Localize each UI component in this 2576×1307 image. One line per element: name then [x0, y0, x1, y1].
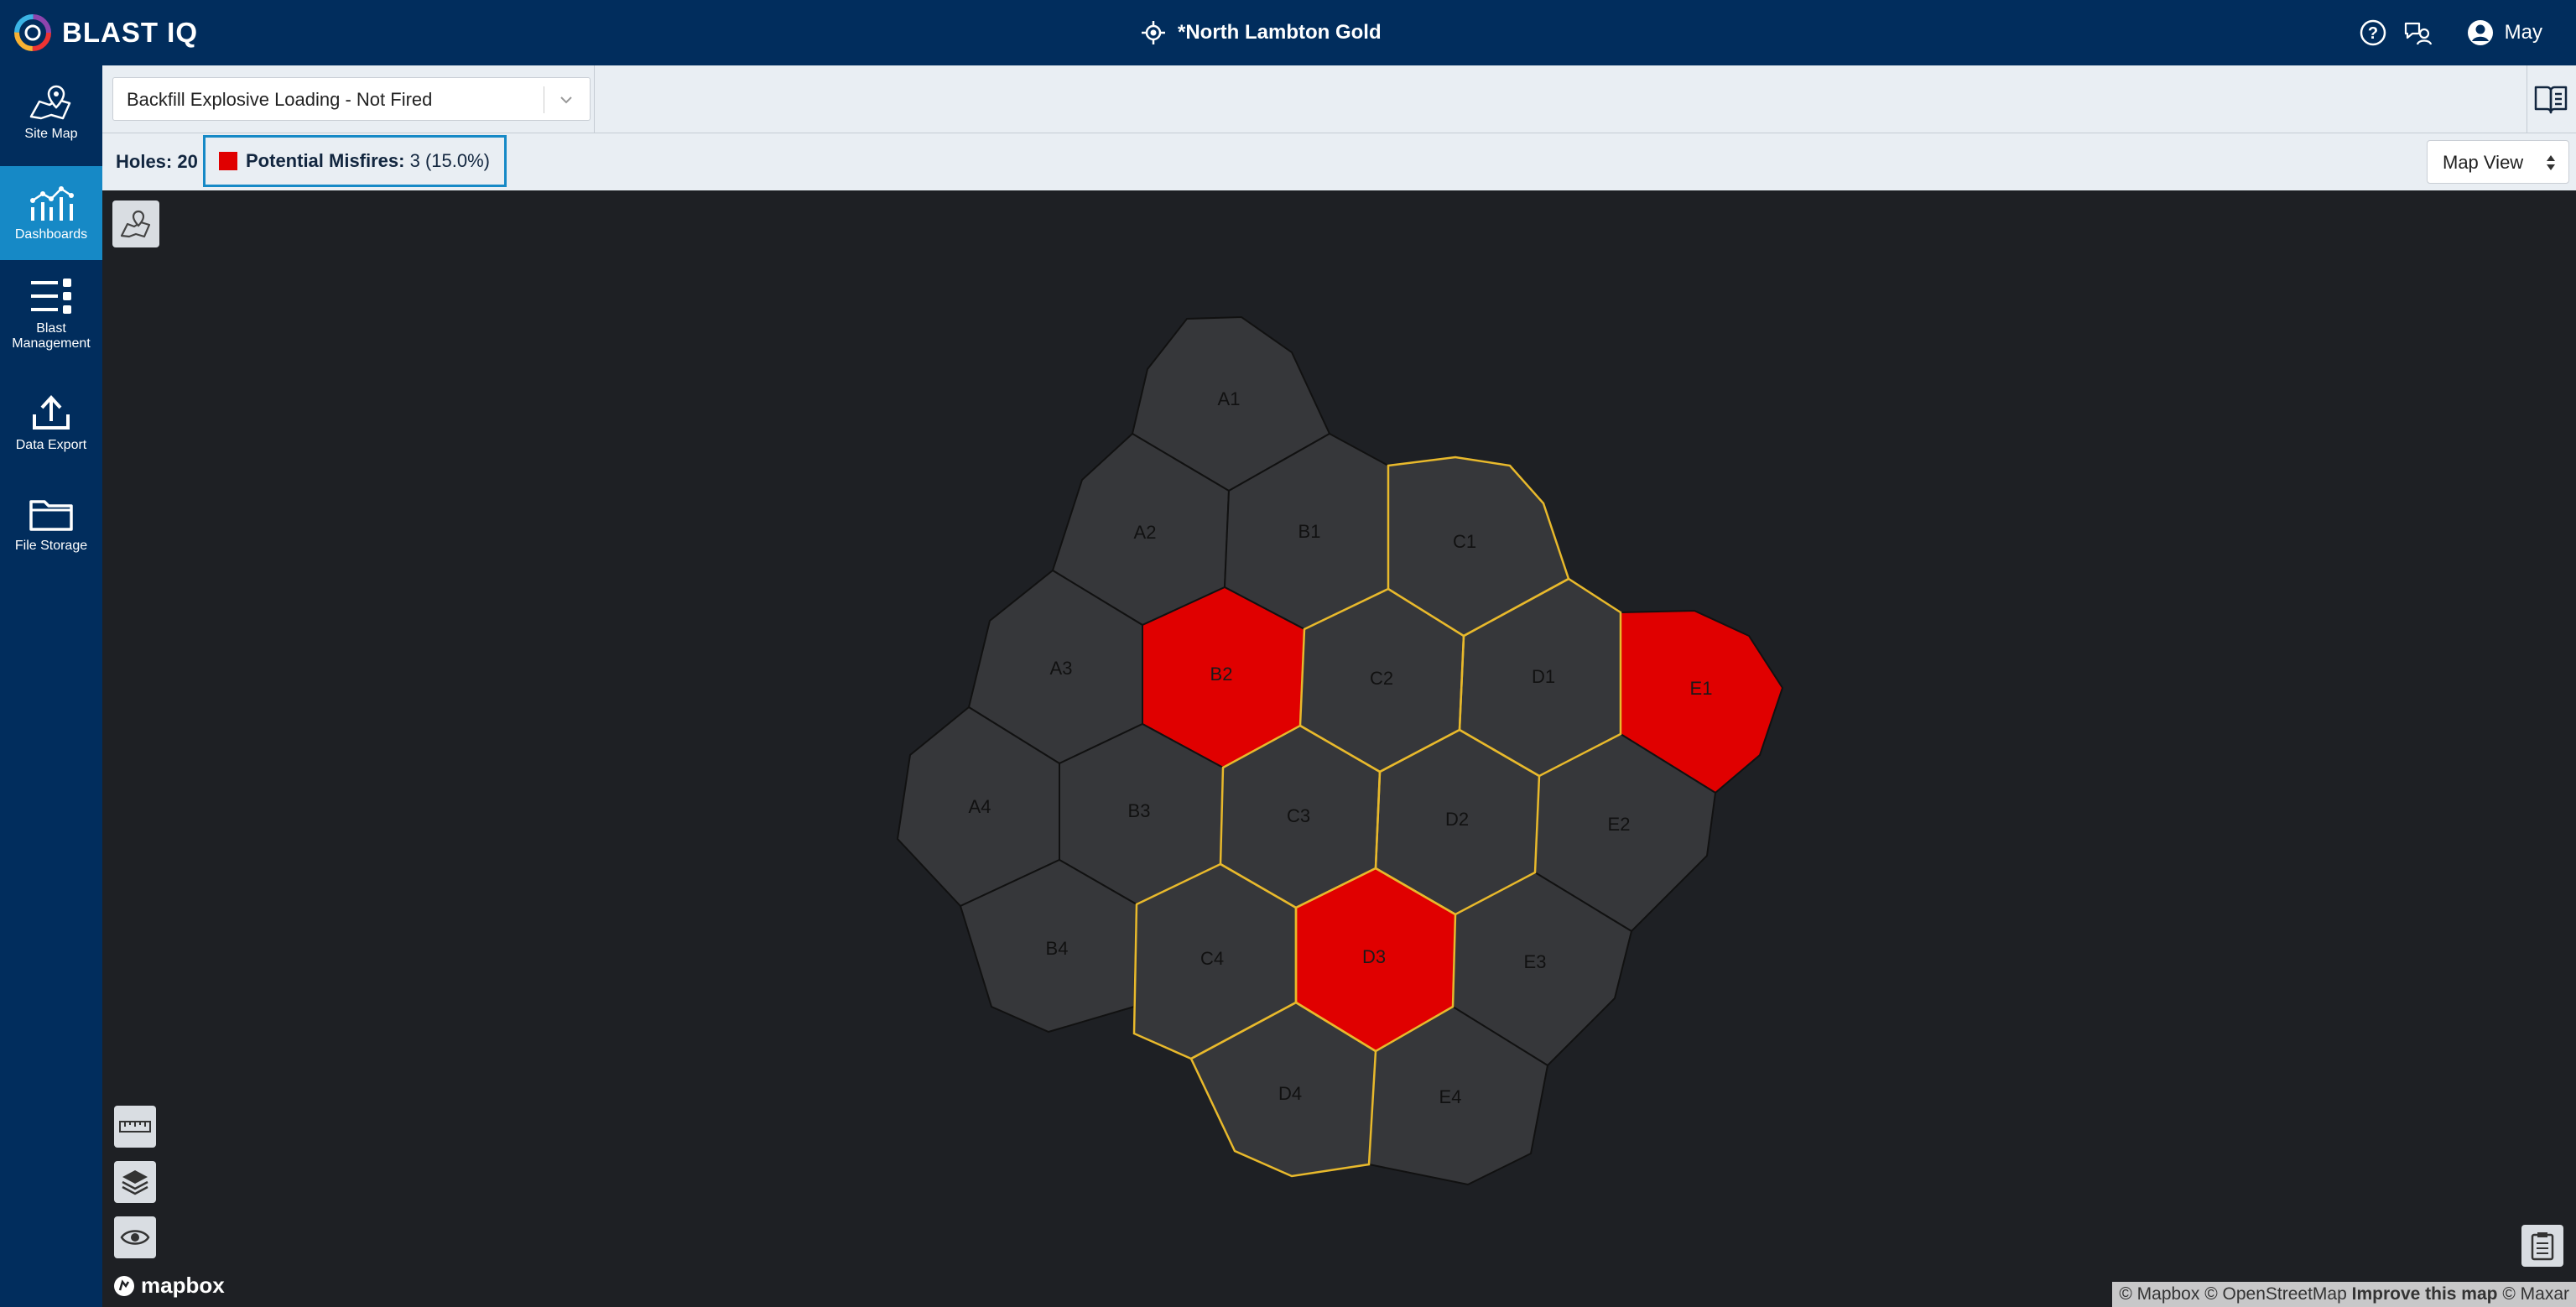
sidebar-item-blast-management[interactable]: Blast Management	[0, 267, 102, 361]
open-book-icon[interactable]	[2534, 84, 2568, 114]
map-view[interactable]: A1 A2 A3 A4 B1 B2 B3 B4 C1 C2 C3 C4 D1 D2 D3 D4 E1 E2 E3 E4	[102, 190, 2576, 1307]
attribution-credits: © Mapbox © OpenStreetMap	[2119, 1284, 2347, 1304]
layers-icon	[122, 1170, 148, 1195]
potential-misfires-filter[interactable]: Potential Misfires: 3 (15.0%)	[203, 135, 507, 187]
blast-hole-label: E1	[1690, 678, 1713, 699]
folder-icon	[29, 500, 73, 531]
status-bar: Holes: 20 Potential Misfires: 3 (15.0%) …	[102, 133, 2576, 190]
map-attribution: © Mapbox © OpenStreetMap Improve this ma…	[2112, 1282, 2576, 1307]
blast-hole-label: C3	[1287, 805, 1310, 826]
blast-hole-label: A2	[1134, 522, 1157, 543]
blast-hole-label: B2	[1210, 664, 1233, 685]
sidebar: Site Map Dashboards Blast Management Dat…	[0, 65, 102, 1307]
mapbox-logo-icon	[114, 1275, 134, 1296]
mapbox-logo-text: mapbox	[141, 1273, 225, 1298]
blast-hole-label: A3	[1050, 658, 1073, 679]
blast-hole-label: C2	[1370, 668, 1393, 689]
view-mode-select[interactable]: Map View	[2427, 140, 2569, 184]
blast-hole-label: A1	[1218, 388, 1241, 409]
user-avatar-icon	[2467, 20, 2493, 45]
svg-text:?: ?	[2368, 24, 2378, 43]
holes-count: Holes: 20	[116, 151, 198, 172]
blastiq-logo-icon	[14, 14, 51, 51]
blast-hole-label: B3	[1128, 800, 1151, 821]
chevron-down-icon	[560, 96, 572, 104]
misfire-label: Potential Misfires:	[246, 150, 405, 171]
blast-selector-value: Backfill Explosive Loading - Not Fired	[127, 89, 433, 110]
sidebar-item-label: Data Export	[15, 438, 87, 452]
blast-hole-label: B1	[1298, 521, 1321, 542]
misfire-value: 3 (15.0%)	[409, 150, 490, 171]
sidebar-item-label: File Storage	[14, 539, 88, 553]
blast-hole-label: D4	[1278, 1083, 1302, 1104]
sidebar-item-data-export[interactable]: Data Export	[0, 376, 102, 470]
sidebar-item-site-map[interactable]: Site Map	[0, 65, 102, 159]
blast-hole-label: A4	[969, 796, 991, 817]
improve-map-link[interactable]: Improve this map	[2352, 1284, 2498, 1304]
blast-management-list-icon	[31, 279, 71, 314]
location-target-icon	[1142, 21, 1165, 44]
toolbar-divider	[594, 65, 595, 133]
blast-hole-map[interactable]: A1 A2 A3 A4 B1 B2 B3 B4 C1 C2 C3 C4 D1 D2 D3 D4 E1 E2 E3 E4	[102, 190, 2576, 1307]
support-chat-icon[interactable]	[2402, 18, 2433, 47]
sidebar-item-dashboards[interactable]: Dashboards	[0, 166, 102, 260]
upload-export-icon	[33, 395, 70, 430]
sidebar-item-label: Site Map	[24, 127, 78, 141]
top-bar: BLAST IQ *North Lambton Gold ? May	[0, 0, 2576, 65]
sort-arrows-icon	[2547, 155, 2555, 170]
blast-selector-dropdown[interactable]: Backfill Explosive Loading - Not Fired	[112, 77, 591, 121]
blast-hole-label: D3	[1362, 946, 1386, 967]
measure-ruler-button[interactable]	[114, 1106, 156, 1148]
blast-hole-label: C1	[1453, 531, 1476, 552]
blast-hole-label: B4	[1046, 938, 1069, 959]
blast-hole-label: E3	[1524, 951, 1547, 972]
logo-text: BLAST IQ	[62, 17, 198, 48]
blast-hole-label: E4	[1439, 1086, 1462, 1107]
user-menu[interactable]: May	[2466, 18, 2542, 47]
sidebar-item-label: Dashboards	[14, 227, 88, 242]
ruler-icon	[119, 1121, 151, 1133]
mapbox-logo[interactable]: mapbox	[112, 1273, 225, 1299]
site-name: *North Lambton Gold	[1178, 21, 1382, 44]
dashboard-chart-icon	[30, 186, 74, 221]
misfire-summary: Potential Misfires: 3 (15.0%)	[246, 150, 490, 172]
user-name: May	[2504, 21, 2542, 44]
visibility-button[interactable]	[114, 1216, 156, 1258]
sidebar-item-file-storage[interactable]: File Storage	[0, 476, 102, 570]
view-mode-value: Map View	[2443, 152, 2524, 173]
blast-hole-label: D2	[1445, 809, 1469, 830]
blast-toolbar: Backfill Explosive Loading - Not Fired	[102, 65, 2576, 133]
blast-hole-label: C4	[1200, 948, 1224, 969]
misfire-color-swatch	[219, 152, 237, 170]
sidebar-item-label: Blast Management	[12, 321, 91, 351]
top-right-tools: ? May	[2359, 12, 2542, 54]
blast-hole-label: E2	[1608, 814, 1631, 835]
site-map-icon	[29, 85, 71, 120]
attribution-maxar: © Maxar	[2502, 1284, 2569, 1304]
site-selector[interactable]: *North Lambton Gold	[1141, 12, 1382, 54]
eye-icon	[120, 1230, 150, 1245]
blastiq-logo[interactable]: BLAST IQ	[12, 10, 198, 55]
legend-clipboard-button[interactable]	[2521, 1225, 2563, 1267]
clipboard-list-icon	[2531, 1232, 2554, 1261]
blast-hole-label: D1	[1532, 666, 1555, 687]
layers-button[interactable]	[114, 1161, 156, 1203]
help-icon[interactable]: ?	[2359, 18, 2387, 47]
